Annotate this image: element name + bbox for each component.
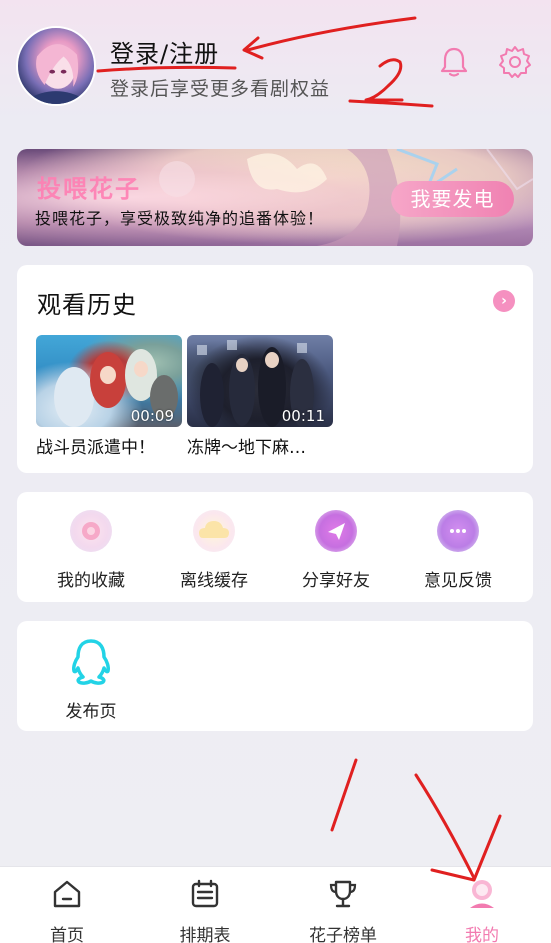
favorites-icon: [70, 510, 112, 552]
history-time: 00:09: [130, 407, 174, 425]
favorites-button[interactable]: 我的收藏: [41, 510, 141, 591]
publish-page-label: 发布页: [65, 702, 117, 722]
cloud-cache-icon: [193, 510, 235, 552]
nav-profile-label: 我的: [465, 926, 499, 943]
bottom-navigation: 首页 排期表 花子榜单 我的: [0, 866, 551, 943]
gear-icon[interactable]: [497, 44, 533, 80]
donate-button[interactable]: 我要发电: [391, 181, 514, 217]
history-thumbnail[interactable]: 00:09: [36, 335, 182, 427]
nav-schedule[interactable]: 排期表: [155, 877, 255, 943]
profile-header: 登录/注册 登录后享受更多看剧权益: [0, 0, 551, 130]
history-title: 观看历史: [37, 291, 137, 319]
share-icon: [315, 510, 357, 552]
history-more-arrow-icon[interactable]: ›: [493, 290, 515, 312]
trophy-icon: [329, 880, 357, 908]
history-thumbnail[interactable]: 00:11: [187, 335, 333, 427]
nav-schedule-label: 排期表: [179, 926, 231, 943]
history-item-title[interactable]: 战斗员派遣中！: [36, 433, 155, 458]
history-item-title[interactable]: 冻牌～地下麻…: [187, 433, 306, 458]
bell-icon[interactable]: [436, 44, 472, 80]
offline-cache-label: 离线缓存: [180, 571, 248, 591]
qq-penguin-icon: [72, 639, 110, 685]
quick-actions-card: 我的收藏 离线缓存 分享好友 意见反馈: [17, 492, 533, 602]
avatar[interactable]: [16, 26, 96, 106]
donate-banner[interactable]: 投喂花子 投喂花子，享受极致纯净的追番体验！ 我要发电: [17, 149, 533, 246]
banner-title: 投喂花子: [37, 175, 141, 203]
login-register-link[interactable]: 登录/注册: [110, 34, 219, 69]
nav-home[interactable]: 首页: [17, 877, 117, 943]
schedule-icon: [191, 879, 219, 908]
watch-history-card: 观看历史 › 00:09 战斗员派遣中！ 00:11 冻牌～地下麻…: [17, 265, 533, 473]
feedback-icon: [437, 510, 479, 552]
share-button[interactable]: 分享好友: [286, 510, 386, 591]
nav-ranking[interactable]: 花子榜单: [293, 877, 393, 943]
history-time: 00:11: [281, 407, 325, 425]
home-icon: [53, 880, 81, 908]
feedback-button[interactable]: 意见反馈: [408, 510, 508, 591]
profile-icon: [470, 880, 494, 908]
login-subtitle: 登录后享受更多看剧权益: [110, 78, 331, 100]
nav-home-label: 首页: [50, 926, 84, 943]
feedback-label: 意见反馈: [424, 571, 492, 591]
favorites-label: 我的收藏: [57, 571, 125, 591]
nav-ranking-label: 花子榜单: [309, 926, 377, 943]
nav-profile[interactable]: 我的: [432, 877, 532, 943]
offline-cache-button[interactable]: 离线缓存: [164, 510, 264, 591]
publish-page-button[interactable]: 发布页: [59, 637, 123, 722]
banner-subtitle: 投喂花子，享受极致纯净的追番体验！: [35, 209, 325, 228]
share-label: 分享好友: [302, 571, 370, 591]
publish-card: 发布页: [17, 621, 533, 731]
